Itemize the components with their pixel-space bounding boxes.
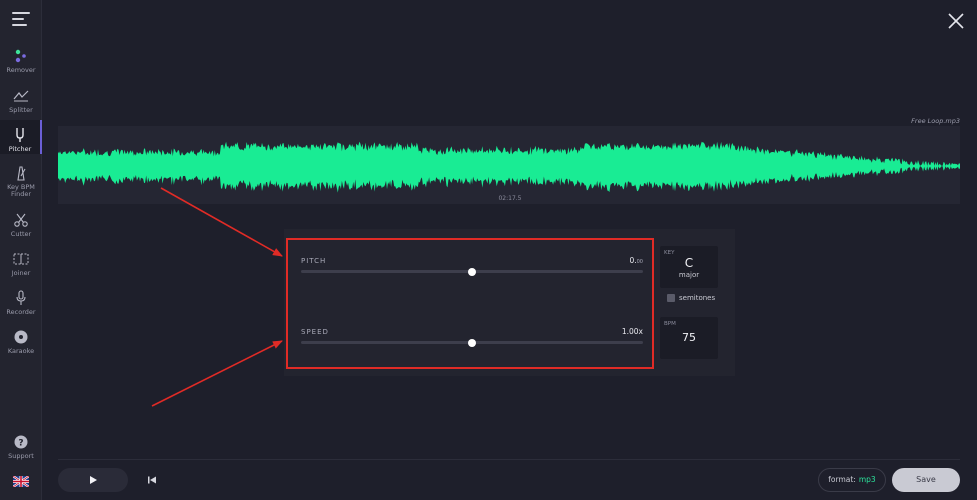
play-button[interactable] [58,468,128,492]
format-value: mp3 [858,475,876,484]
format-selector[interactable]: format: mp3 [818,468,886,492]
annotation-arrow-pitch [160,187,283,257]
bottom-divider [58,459,960,460]
format-label: format: [828,475,856,484]
save-button[interactable]: Save [892,468,960,492]
play-icon [90,476,97,484]
annotation-arrow-speed [151,340,283,407]
skip-back-icon[interactable] [146,474,158,486]
annotation-arrows [151,187,283,407]
